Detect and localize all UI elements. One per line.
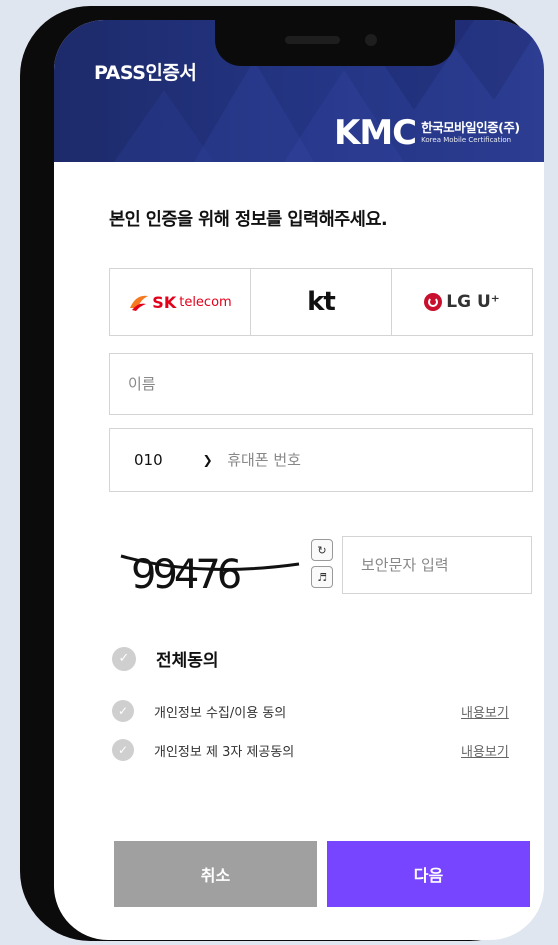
- skt-sub-label: telecom: [179, 294, 232, 310]
- check-icon[interactable]: ✓: [112, 700, 134, 722]
- next-button[interactable]: 다음: [327, 841, 530, 907]
- phone-notch: [215, 20, 455, 66]
- name-field-box: [109, 353, 533, 415]
- carrier-kt[interactable]: kt: [250, 269, 391, 335]
- agree-item-label: 개인정보 수집/이용 동의: [154, 705, 287, 721]
- skt-butterfly-icon: [130, 295, 149, 311]
- chevron-down-icon: ❯: [202, 453, 213, 467]
- captcha-text: 99476: [131, 552, 240, 596]
- captcha-image: 99476: [120, 552, 300, 596]
- agree-item-row[interactable]: ✓ 개인정보 제 3자 제공동의: [112, 739, 294, 761]
- camera-icon: [365, 34, 377, 46]
- agree-all-row[interactable]: ✓ 전체동의: [112, 646, 219, 671]
- check-icon[interactable]: ✓: [112, 646, 136, 671]
- phone-prefix-value: 010: [134, 451, 163, 469]
- kmc-logo: KMC 한국모바일인증(주) Korea Mobile Certificatio…: [334, 116, 520, 150]
- captcha-field-box: [342, 536, 532, 594]
- auth-screen: PASS인증서 KMC 한국모바일인증(주) Korea Mobile Cert…: [54, 20, 544, 940]
- speaker-audio-icon[interactable]: ♬: [311, 566, 333, 588]
- cancel-button[interactable]: 취소: [114, 841, 317, 907]
- refresh-icon[interactable]: ↻: [311, 539, 333, 561]
- agree-item-label: 개인정보 제 3자 제공동의: [154, 744, 295, 760]
- kmc-text: 한국모바일인증(주) Korea Mobile Certification: [421, 120, 520, 145]
- agree-item-row[interactable]: ✓ 개인정보 수집/이용 동의: [112, 700, 286, 722]
- page-heading: 본인 인증을 위해 정보를 입력해주세요.: [109, 210, 388, 230]
- carrier-selector: SK telecom kt LG U⁺: [109, 268, 533, 336]
- kt-label: kt: [307, 287, 336, 317]
- carrier-skt[interactable]: SK telecom: [110, 269, 250, 335]
- view-terms-link[interactable]: 내용보기: [461, 741, 509, 760]
- lg-logo-icon: [424, 293, 443, 311]
- pass-title: PASS인증서: [94, 62, 197, 84]
- kmc-name-ko: 한국모바일인증(주): [421, 120, 520, 135]
- lgu-label: LG U⁺: [446, 292, 500, 312]
- phone-field-box: 010 ❯: [109, 428, 533, 492]
- agree-all-label: 전체동의: [156, 651, 219, 671]
- kmc-name-en: Korea Mobile Certification: [421, 136, 512, 144]
- captcha-controls: ↻ ♬: [311, 539, 333, 588]
- name-input[interactable]: [128, 354, 532, 414]
- phone-prefix-select[interactable]: 010 ❯: [110, 429, 213, 491]
- phone-frame: PASS인증서 KMC 한국모바일인증(주) Korea Mobile Cert…: [20, 6, 544, 941]
- speaker-icon: [285, 36, 340, 44]
- kmc-mark: KMC: [334, 113, 417, 153]
- phone-number-input[interactable]: [213, 429, 532, 491]
- skt-label: SK: [152, 292, 177, 312]
- carrier-lgu[interactable]: LG U⁺: [391, 269, 532, 335]
- captcha-input[interactable]: [361, 537, 531, 593]
- check-icon[interactable]: ✓: [112, 739, 134, 761]
- view-terms-link[interactable]: 내용보기: [461, 702, 509, 721]
